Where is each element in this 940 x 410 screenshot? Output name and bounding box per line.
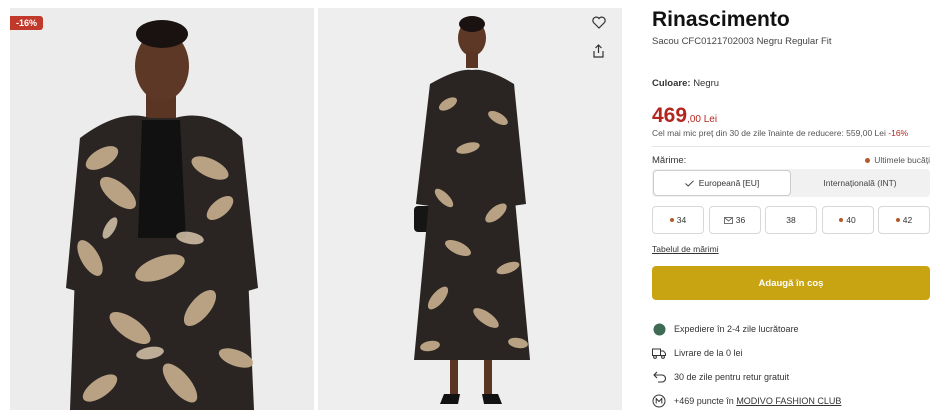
add-to-cart-button[interactable]: Adaugă în coș: [652, 266, 930, 300]
modivo-club-link[interactable]: MODIVO FASHION CLUB: [736, 396, 841, 406]
truck-icon: [652, 346, 666, 360]
discount-badge: -16%: [10, 16, 44, 30]
envelope-icon: [723, 216, 733, 224]
size-option-label: 38: [786, 215, 796, 225]
green-dot-icon: [652, 322, 666, 336]
product-subtitle: Sacou CFC0121702003 Negru Regular Fit: [652, 36, 832, 47]
wishlist-button[interactable]: [592, 16, 612, 36]
perk-shipping: Expediere în 2-4 zile lucrătoare: [652, 322, 799, 336]
return-arrow-icon: [652, 370, 666, 384]
perk-delivery: Livrare de la 0 lei: [652, 346, 743, 360]
size-system-int[interactable]: Internațională (INT): [791, 170, 929, 196]
size-option-36[interactable]: 36: [708, 206, 761, 234]
size-system-toggle: Europeană [EU] Internațională (INT): [652, 169, 930, 197]
divider: [652, 146, 930, 147]
modivo-club-icon: [652, 394, 666, 408]
color-label: Culoare:: [652, 78, 691, 89]
model-full-body-image: [318, 8, 622, 410]
size-option-label: 42: [902, 215, 913, 225]
lowest-price-text: Cel mai mic preț din 30 de zile înainte …: [652, 128, 886, 138]
perk-return: 30 de zile pentru retur gratuit: [652, 370, 789, 384]
price-decimal: ,00 Lei: [687, 114, 718, 125]
product-gallery: -16%: [10, 8, 622, 410]
share-button[interactable]: [592, 44, 612, 64]
last-items-dot-icon: [895, 218, 900, 222]
perk-text: Livrare de la 0 lei: [674, 348, 743, 358]
product-image-front[interactable]: -16%: [10, 8, 314, 410]
perk-text: +469 puncte în: [674, 396, 737, 406]
size-options: 34 36 38 40 42: [652, 206, 930, 234]
size-system-int-label: Internațională (INT): [823, 178, 897, 188]
perk-club-points: +469 puncte în MODIVO FASHION CLUB: [652, 394, 841, 408]
size-option-label: 34: [676, 215, 687, 225]
last-items-legend: Ultimele bucăți: [865, 155, 930, 165]
last-items-text: Ultimele bucăți: [874, 155, 930, 165]
price-integer: 469: [652, 104, 688, 127]
size-option-42[interactable]: 42: [878, 206, 930, 234]
size-system-eu[interactable]: Europeană [EU]: [653, 170, 791, 196]
size-label: Mărime:: [652, 155, 687, 166]
price: 469,00 Lei: [652, 104, 717, 128]
share-icon: [593, 44, 604, 58]
size-option-34[interactable]: 34: [652, 206, 704, 234]
size-option-label: 36: [735, 215, 746, 225]
size-option-40[interactable]: 40: [821, 206, 874, 234]
perk-text: 30 de zile pentru retur gratuit: [674, 372, 790, 382]
perk-text: Expediere în 2-4 zile lucrătoare: [674, 324, 799, 334]
size-system-eu-label: Europeană [EU]: [698, 178, 760, 188]
last-items-dot-icon: [839, 218, 844, 222]
last-items-dot-icon: [669, 218, 674, 222]
size-option-label: 40: [846, 215, 856, 225]
heart-icon: [592, 16, 606, 29]
last-items-dot-icon: [865, 157, 871, 163]
size-table-link[interactable]: Tabelul de mărimi: [652, 244, 719, 254]
color-value: Negru: [693, 78, 720, 89]
product-image-full[interactable]: [318, 8, 622, 410]
lowest-price-info: Cel mai mic preț din 30 de zile înainte …: [652, 128, 908, 138]
brand-name: Rinascimento: [652, 8, 790, 31]
check-icon: [684, 179, 694, 187]
model-front-closeup-image: [10, 8, 314, 410]
color-row: Culoare: Negru: [652, 78, 719, 89]
size-option-38[interactable]: 38: [765, 206, 817, 234]
lowest-price-percent: -16%: [888, 128, 909, 138]
